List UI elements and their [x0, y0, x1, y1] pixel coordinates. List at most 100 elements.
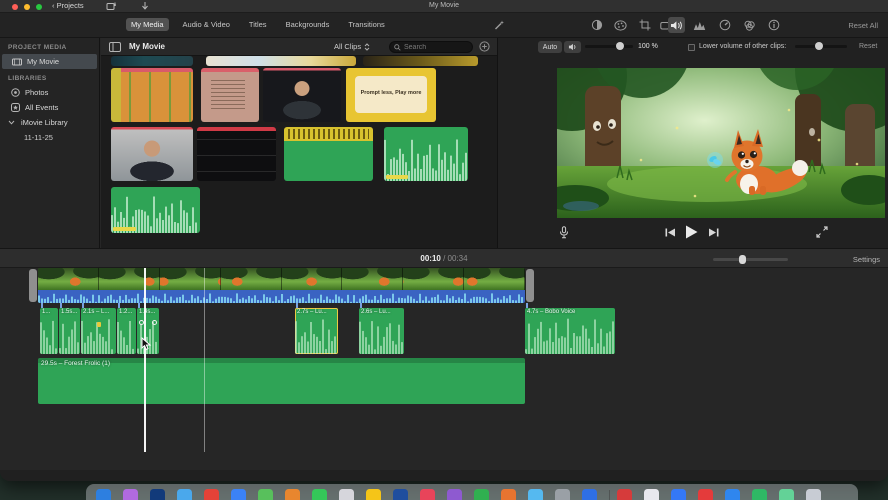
thumbnail-webcam-light[interactable] [111, 127, 193, 181]
dock-app-icon[interactable] [339, 489, 354, 500]
tab-backgrounds[interactable]: Backgrounds [281, 18, 335, 31]
keyframe-marker[interactable] [96, 322, 101, 327]
audio-clip-3[interactable]: 1.2... [117, 308, 136, 354]
skip-back-icon[interactable] [665, 228, 676, 237]
info-icon[interactable] [765, 17, 782, 33]
import-arrow-icon[interactable] [141, 1, 149, 11]
minimize-window-button[interactable] [24, 3, 30, 10]
video-clip-filmstrip[interactable] [38, 268, 525, 290]
play-button-icon[interactable] [685, 225, 698, 239]
dock-app-icon[interactable] [501, 489, 516, 500]
voiceover-mic-icon[interactable] [559, 226, 569, 239]
tab-my-media[interactable]: My Media [126, 18, 169, 31]
dock-app-icon[interactable] [671, 489, 686, 500]
dock-app-icon[interactable] [752, 489, 767, 500]
dock-app-icon[interactable] [779, 489, 794, 500]
dock-app-icon[interactable] [231, 489, 246, 500]
dock-app-icon[interactable] [393, 489, 408, 500]
sidebar-item-library-date[interactable]: 11-11-25 [0, 130, 99, 144]
thumbnail-terminal-dark[interactable] [197, 127, 276, 181]
audio-clip-6[interactable]: 2.6s – Lu... [359, 308, 404, 354]
lower-volume-checkbox[interactable] [688, 43, 695, 51]
thumbnail-screen-grid[interactable] [111, 68, 193, 122]
projects-back-button[interactable]: ‹ Projects [52, 1, 84, 10]
trim-handle-right[interactable] [526, 269, 534, 302]
audio-clip-1[interactable]: 1.5s... [59, 308, 80, 354]
dock-app-icon[interactable] [312, 489, 327, 500]
chevron-down-icon[interactable] [6, 120, 16, 125]
audio-clip-2[interactable]: 2.1s – L... [81, 308, 116, 354]
video-clip-audio-waveform[interactable] [38, 290, 525, 303]
sidebar-toggle-icon[interactable] [109, 42, 121, 52]
thumbnail-partial[interactable] [206, 56, 356, 66]
dock-app-icon[interactable] [644, 489, 659, 500]
fullscreen-expand-icon[interactable] [816, 226, 828, 238]
skip-forward-icon[interactable] [708, 228, 719, 237]
reset-all-button[interactable]: Reset All [848, 21, 878, 30]
dock-app-icon[interactable] [420, 489, 435, 500]
thumbnail-audio[interactable] [111, 187, 200, 233]
thumbnail-slide-yellow[interactable]: Prompt less, Play more [346, 68, 436, 122]
thumbnail-audio-yellow-top[interactable] [284, 127, 373, 181]
dock-app-icon[interactable] [447, 489, 462, 500]
timeline-zoom-slider[interactable] [713, 254, 788, 264]
audio-clip-5[interactable]: 2.7s – Lu... [295, 308, 338, 354]
dock-app-icon[interactable] [123, 489, 138, 500]
dock-app-icon[interactable] [806, 489, 821, 500]
dock-app-icon[interactable] [582, 489, 597, 500]
thumbnail-webcam-dark[interactable] [263, 68, 341, 122]
crop-icon[interactable] [636, 17, 653, 33]
tab-audio-video[interactable]: Audio & Video [178, 18, 235, 31]
thumbnail-audio[interactable] [384, 127, 468, 181]
background-music-clip[interactable]: 29.5s – Forest Frolic (1) [38, 358, 525, 404]
color-filters-icon[interactable] [741, 17, 758, 33]
reset-button[interactable]: Reset [859, 43, 877, 50]
tab-transitions[interactable]: Transitions [343, 18, 389, 31]
audio-clip-7[interactable]: 4.7s – Bobo Voice [525, 308, 615, 354]
dock-app-icon[interactable] [617, 489, 632, 500]
color-correction-icon[interactable] [612, 17, 629, 33]
sidebar-item-all-events[interactable]: All Events [0, 100, 99, 115]
trim-handle-left[interactable] [29, 269, 37, 302]
color-balance-icon[interactable] [588, 17, 605, 33]
zoom-window-button[interactable] [36, 3, 42, 10]
dock-app-icon[interactable] [474, 489, 489, 500]
search-input[interactable] [404, 43, 464, 51]
fade-handle-icon[interactable] [152, 320, 157, 325]
close-window-button[interactable] [12, 3, 18, 10]
thumbnail-partial[interactable] [111, 56, 193, 66]
sidebar-item-photos[interactable]: Photos [0, 85, 99, 100]
dock-app-icon[interactable] [698, 489, 713, 500]
speed-icon[interactable] [716, 17, 733, 33]
mute-speaker-button[interactable] [564, 41, 581, 53]
sidebar-item-imovie-library[interactable]: iMovie Library [0, 115, 99, 130]
search-field[interactable] [389, 41, 473, 53]
dock-app-icon[interactable] [555, 489, 570, 500]
dock-app-icon[interactable] [177, 489, 192, 500]
dock-app-icon[interactable] [96, 489, 111, 500]
clip-filter-dropdown[interactable]: All Clips [334, 42, 370, 51]
enhance-magic-wand-icon[interactable] [490, 17, 507, 33]
volume-icon[interactable] [668, 17, 685, 33]
share-icon[interactable] [106, 1, 117, 11]
dock-app-icon[interactable] [258, 489, 273, 500]
dock-app-icon[interactable] [725, 489, 740, 500]
playhead-line[interactable] [144, 268, 146, 452]
volume-slider[interactable] [585, 42, 633, 50]
thumbnail-partial[interactable] [363, 56, 478, 66]
lower-volume-slider[interactable] [795, 42, 847, 50]
dock-app-icon[interactable] [150, 489, 165, 500]
dock-app-icon[interactable] [366, 489, 381, 500]
timeline-settings-button[interactable]: Settings [853, 255, 880, 264]
noise-reduction-icon[interactable] [691, 17, 708, 33]
audio-clip-0[interactable]: 1... [40, 308, 58, 354]
dock-app-icon[interactable] [528, 489, 543, 500]
sidebar-item-my-movie[interactable]: My Movie [2, 54, 97, 69]
sidebar-item-label: All Events [25, 103, 59, 112]
filter-circle-icon[interactable] [479, 41, 490, 52]
dock-app-icon[interactable] [285, 489, 300, 500]
thumbnail-document-tan[interactable] [201, 68, 259, 122]
tab-titles[interactable]: Titles [244, 18, 272, 31]
auto-volume-button[interactable]: Auto [538, 41, 562, 53]
dock-app-icon[interactable] [204, 489, 219, 500]
